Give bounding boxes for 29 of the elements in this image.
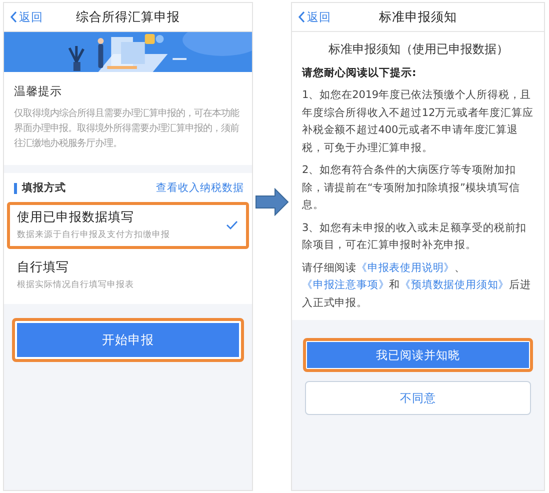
view-data-link[interactable]: 查看收入纳税数据	[156, 181, 244, 195]
option-label: 自行填写	[17, 259, 70, 276]
tips-heading: 温馨提示	[14, 84, 63, 99]
disagree-button[interactable]: 不同意	[305, 381, 531, 415]
notice-item: 3、如您有未申报的收入或未足额享受的税前扣除项目，可在汇算申报时补充申报。	[302, 220, 528, 253]
section-heading: 填报方式	[14, 182, 66, 194]
start-filing-button[interactable]: 开始申报	[12, 318, 244, 362]
chevron-left-icon	[298, 11, 306, 23]
tips-text: 仅取得境内综合所得且需要办理汇算申报的，可在本功能界面办理申报。取得境外所得需要办理汇算申报的，须前往汇缴地办税服务厅办理。	[14, 107, 240, 151]
document-link[interactable]: 《申报注意事项》	[302, 279, 390, 291]
screen-title: 标准申报须知	[379, 8, 457, 24]
screen-title: 综合所得汇算申报	[76, 8, 180, 24]
notice-item: 1、如您在2019年度已依法预缴个人所得税，且年度综合所得收入不超过12万元或者年度汇算应补税金额不超过400元或者不申请年度汇算退税，可免于办理汇算申报。	[302, 88, 534, 156]
notice-heading: 标准申报须知（使用已申报数据）	[328, 41, 510, 58]
option-description: 根据实际情况自行填写申报表	[17, 279, 134, 291]
document-link[interactable]: 《预填数据使用须知》	[400, 279, 510, 291]
notice-item: 2、如您有符合条件的大病医疗等专项附加扣除，请提前在“专项附加扣除填报”模块填写信息。	[302, 163, 521, 213]
filing-option[interactable]: 使用已申报数据填写 数据来源于自行申报及支付方扣缴申报	[7, 202, 249, 249]
acknowledge-button[interactable]: 我已阅读并知晓	[303, 338, 533, 372]
document-link[interactable]: 《申报表使用说明》	[356, 262, 455, 274]
option-label: 使用已申报数据填写	[17, 209, 135, 226]
chevron-left-icon	[10, 11, 18, 23]
closing-paragraph: 请仔细阅读《申报表使用说明》、 《申报注意事项》和《预填数据使用须知》后进入正式申报。	[302, 260, 532, 310]
back-link[interactable]: 返回	[298, 10, 331, 24]
filing-option[interactable]: 自行填写 根据实际情况自行填写申报表	[7, 252, 249, 299]
back-link[interactable]: 返回	[10, 10, 43, 24]
arrow-icon	[255, 188, 289, 216]
notice-intro: 请您耐心阅读以下提示:	[302, 66, 418, 80]
option-description: 数据来源于自行申报及支付方扣缴申报	[17, 229, 170, 241]
